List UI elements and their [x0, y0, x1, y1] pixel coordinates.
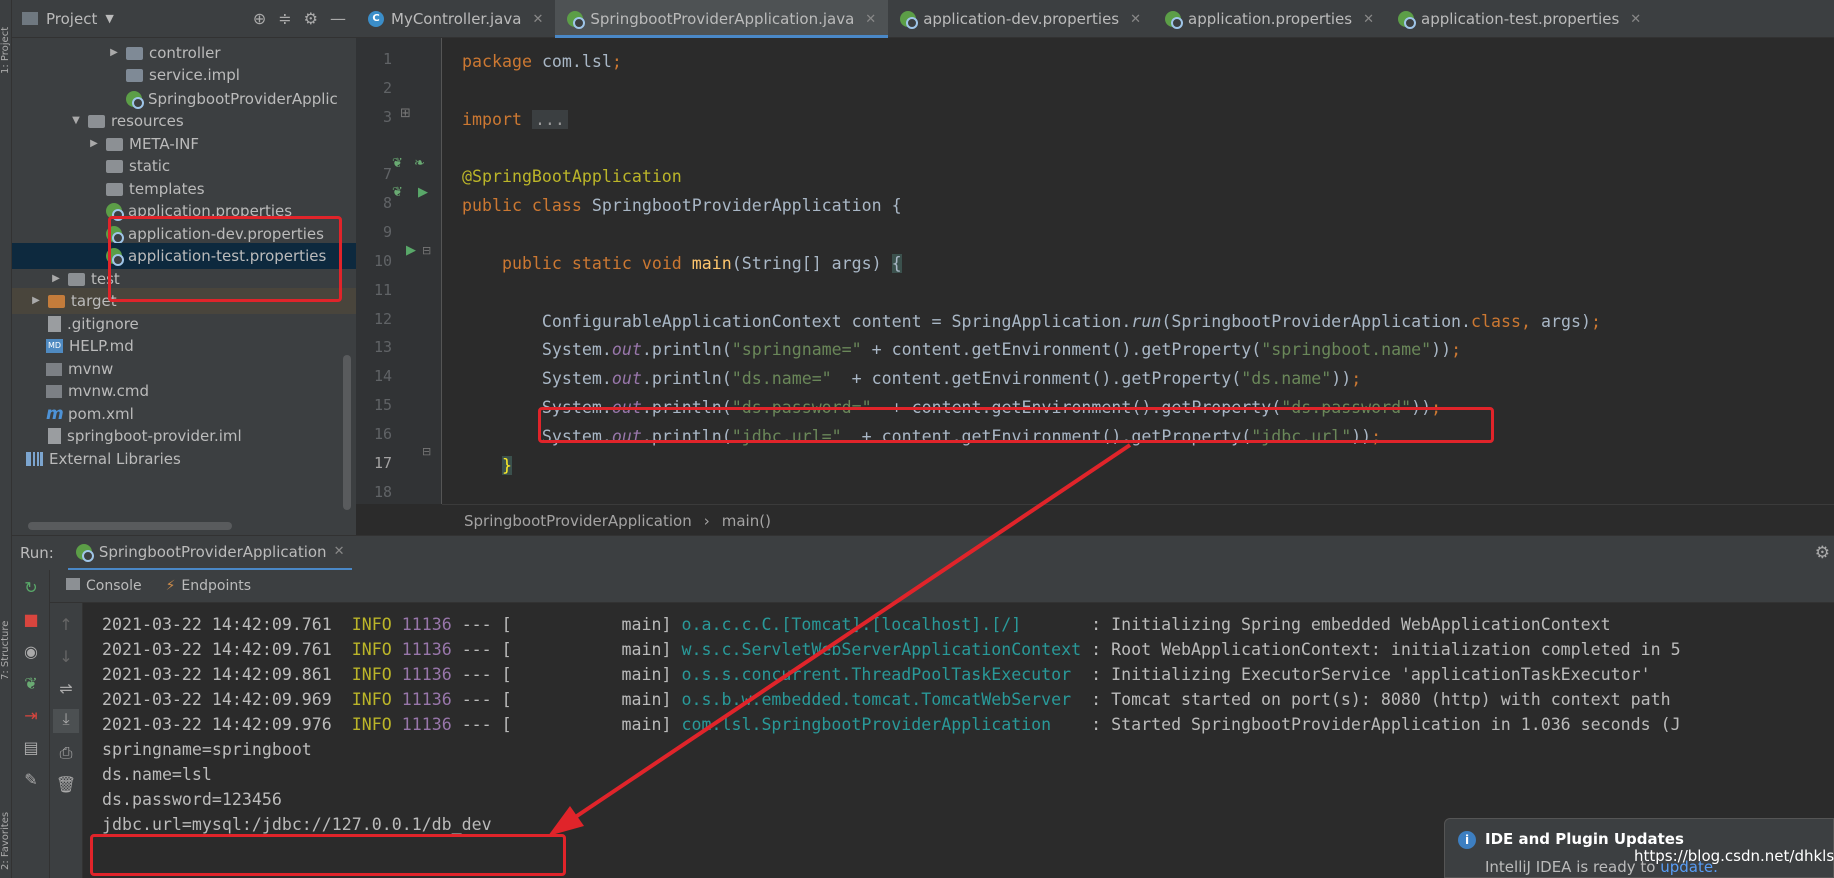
watermark: https://blog.csdn.net/dhklsl: [1634, 847, 1834, 865]
notification-title: IDE and Plugin Updates: [1485, 830, 1684, 848]
arrow-head: [548, 806, 584, 836]
arrow-shaft: [560, 443, 1132, 828]
info-icon: i: [1458, 831, 1476, 849]
annotation-arrow: [548, 443, 1132, 836]
